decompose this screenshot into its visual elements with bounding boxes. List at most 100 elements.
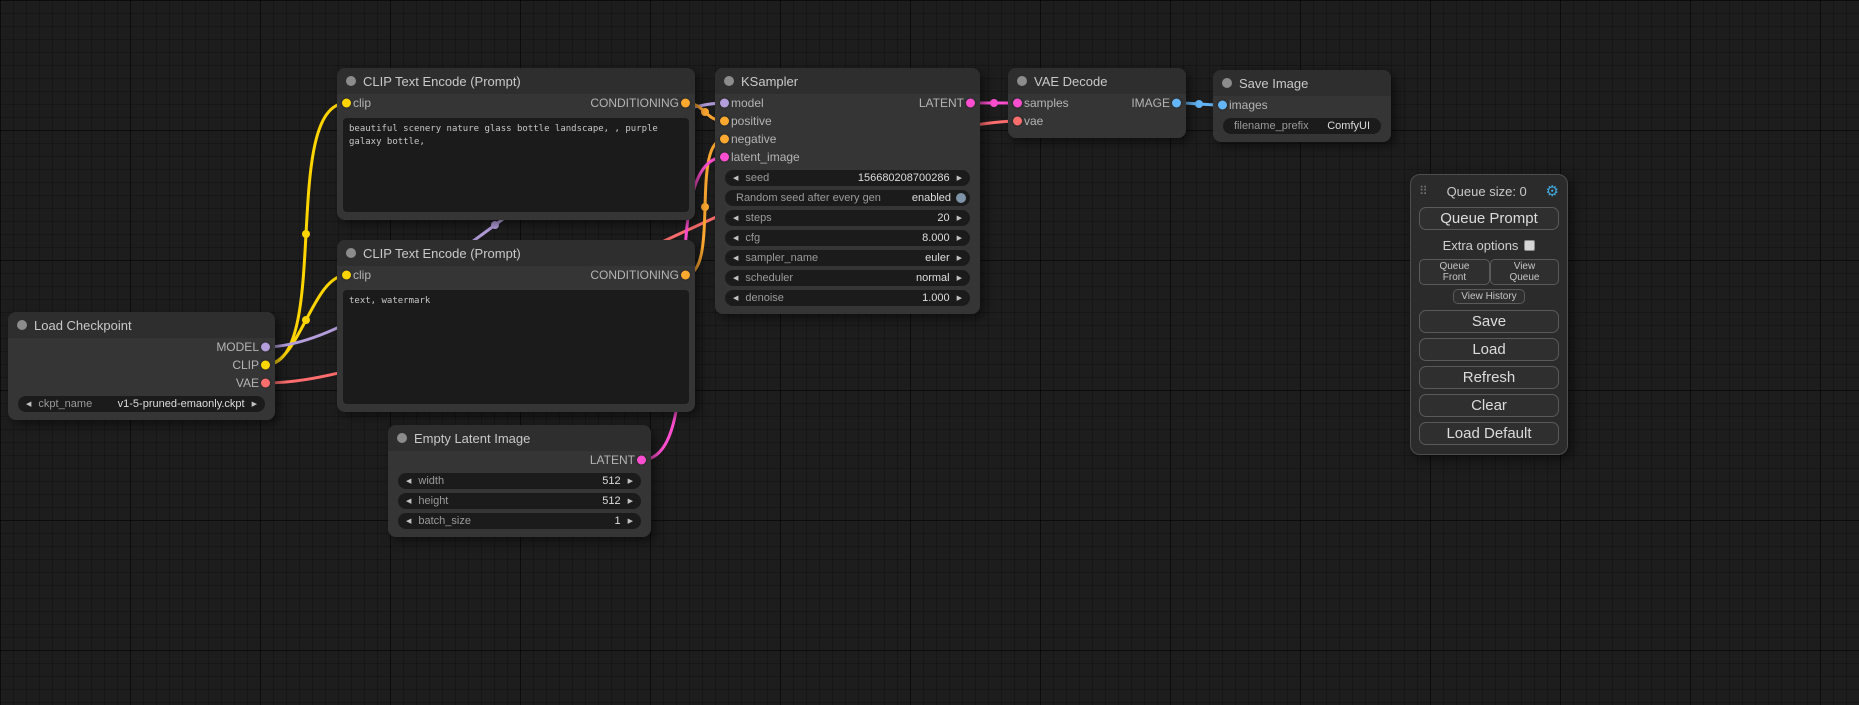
ckpt-name-widget[interactable]: ◀ ckpt_name v1-5-pruned-emaonly.ckpt ▶: [18, 396, 265, 412]
node-title-bar[interactable]: Empty Latent Image: [388, 425, 651, 451]
prompt-textarea[interactable]: text, watermark: [343, 290, 689, 404]
collapse-dot-icon[interactable]: [346, 248, 356, 258]
denoise-widget[interactable]: ◀ denoise 1.000 ▶: [725, 290, 970, 306]
node-title-bar[interactable]: KSampler: [715, 68, 980, 94]
increment-arrow-icon[interactable]: ▶: [955, 275, 964, 282]
node-load-checkpoint[interactable]: Load Checkpoint MODEL CLIP VAE ◀ ckpt_na…: [8, 312, 275, 420]
output-slot-latent[interactable]: [966, 99, 975, 108]
slot-row: images: [1213, 96, 1391, 114]
drag-handle-icon[interactable]: ⠿: [1419, 184, 1428, 198]
output-slot-conditioning[interactable]: [681, 271, 690, 280]
scheduler-widget[interactable]: ◀ scheduler normal ▶: [725, 270, 970, 286]
decrement-arrow-icon[interactable]: ◀: [404, 478, 413, 485]
collapse-dot-icon[interactable]: [1017, 76, 1027, 86]
collapse-dot-icon[interactable]: [724, 76, 734, 86]
queue-front-button[interactable]: Queue Front: [1419, 259, 1490, 285]
collapse-dot-icon[interactable]: [1222, 78, 1232, 88]
input-slot-clip[interactable]: [342, 271, 351, 280]
decrement-arrow-icon[interactable]: ◀: [404, 498, 413, 505]
widget-value: 1.000: [922, 292, 950, 304]
height-widget[interactable]: ◀ height 512 ▶: [398, 493, 641, 509]
view-queue-button[interactable]: View Queue: [1490, 259, 1559, 285]
settings-gear-icon[interactable]: ⚙: [1546, 182, 1559, 200]
increment-arrow-icon[interactable]: ▶: [626, 478, 635, 485]
increment-arrow-icon[interactable]: ▶: [955, 255, 964, 262]
input-slot-latent-image[interactable]: [720, 153, 729, 162]
decrement-arrow-icon[interactable]: ◀: [731, 215, 740, 222]
link-midpoint-dot: [701, 203, 709, 211]
decrement-arrow-icon[interactable]: ◀: [731, 275, 740, 282]
increment-arrow-icon[interactable]: ▶: [250, 401, 259, 408]
seed-widget[interactable]: ◀ seed 156680208700286 ▶: [725, 170, 970, 186]
decrement-arrow-icon[interactable]: ◀: [731, 175, 740, 182]
prompt-textarea[interactable]: beautiful scenery nature glass bottle la…: [343, 118, 689, 212]
steps-widget[interactable]: ◀ steps 20 ▶: [725, 210, 970, 226]
filename-prefix-widget[interactable]: filename_prefix ComfyUI: [1223, 118, 1381, 134]
output-slot-image[interactable]: [1172, 99, 1181, 108]
node-title-bar[interactable]: CLIP Text Encode (Prompt): [337, 240, 695, 266]
node-title-bar[interactable]: Save Image: [1213, 70, 1391, 96]
toggle-knob-icon[interactable]: [956, 193, 966, 203]
node-clip-text-encode-negative[interactable]: CLIP Text Encode (Prompt) clip CONDITION…: [337, 240, 695, 412]
increment-arrow-icon[interactable]: ▶: [626, 498, 635, 505]
decrement-arrow-icon[interactable]: ◀: [731, 295, 740, 302]
collapse-dot-icon[interactable]: [397, 433, 407, 443]
view-history-button[interactable]: View History: [1453, 289, 1524, 304]
increment-arrow-icon[interactable]: ▶: [955, 235, 964, 242]
node-empty-latent-image[interactable]: Empty Latent Image LATENT ◀ width 512 ▶ …: [388, 425, 651, 537]
output-slot-vae[interactable]: [261, 379, 270, 388]
output-slot-conditioning[interactable]: [681, 99, 690, 108]
input-slot-images[interactable]: [1218, 101, 1227, 110]
refresh-button[interactable]: Refresh: [1419, 366, 1559, 389]
cfg-widget[interactable]: ◀ cfg 8.000 ▶: [725, 230, 970, 246]
queue-prompt-button[interactable]: Queue Prompt: [1419, 207, 1559, 230]
input-slot-clip[interactable]: [342, 99, 351, 108]
slot-row: latent_image: [715, 148, 980, 166]
node-title-bar[interactable]: CLIP Text Encode (Prompt): [337, 68, 695, 94]
node-vae-decode[interactable]: VAE Decode samples IMAGE vae: [1008, 68, 1186, 138]
output-slot-latent[interactable]: [637, 456, 646, 465]
decrement-arrow-icon[interactable]: ◀: [731, 255, 740, 262]
widget-label: denoise: [745, 292, 784, 304]
input-slot-model[interactable]: [720, 99, 729, 108]
decrement-arrow-icon[interactable]: ◀: [731, 235, 740, 242]
output-slot-clip[interactable]: [261, 361, 270, 370]
load-button[interactable]: Load: [1419, 338, 1559, 361]
queue-buttons-row: Queue Front View Queue: [1419, 259, 1559, 285]
input-slot-vae[interactable]: [1013, 117, 1022, 126]
input-slot-negative[interactable]: [720, 135, 729, 144]
collapse-dot-icon[interactable]: [346, 76, 356, 86]
node-title-bar[interactable]: VAE Decode: [1008, 68, 1186, 94]
slot-row: clip CONDITIONING: [337, 266, 695, 284]
widget-value: 1: [614, 515, 620, 527]
save-button[interactable]: Save: [1419, 310, 1559, 333]
node-ksampler[interactable]: KSampler model LATENT positive negative …: [715, 68, 980, 314]
output-slot-model[interactable]: [261, 343, 270, 352]
graph-canvas[interactable]: Load Checkpoint MODEL CLIP VAE ◀ ckpt_na…: [0, 0, 1859, 705]
increment-arrow-icon[interactable]: ▶: [955, 175, 964, 182]
random-seed-toggle[interactable]: Random seed after every gen enabled: [725, 190, 970, 206]
input-slot-positive[interactable]: [720, 117, 729, 126]
node-title-bar[interactable]: Load Checkpoint: [8, 312, 275, 338]
widget-label: filename_prefix: [1234, 120, 1309, 132]
width-widget[interactable]: ◀ width 512 ▶: [398, 473, 641, 489]
increment-arrow-icon[interactable]: ▶: [626, 518, 635, 525]
extra-options-checkbox[interactable]: [1524, 240, 1535, 251]
input-slot-samples[interactable]: [1013, 99, 1022, 108]
output-label-latent: LATENT: [919, 96, 964, 110]
decrement-arrow-icon[interactable]: ◀: [24, 401, 33, 408]
load-default-button[interactable]: Load Default: [1419, 422, 1559, 445]
node-save-image[interactable]: Save Image images filename_prefix ComfyU…: [1213, 70, 1391, 142]
widget-value: enabled: [912, 192, 951, 204]
widget-value: 20: [937, 212, 949, 224]
sampler-name-widget[interactable]: ◀ sampler_name euler ▶: [725, 250, 970, 266]
increment-arrow-icon[interactable]: ▶: [955, 295, 964, 302]
widget-label: ckpt_name: [38, 398, 92, 410]
node-clip-text-encode-positive[interactable]: CLIP Text Encode (Prompt) clip CONDITION…: [337, 68, 695, 220]
clear-button[interactable]: Clear: [1419, 394, 1559, 417]
increment-arrow-icon[interactable]: ▶: [955, 215, 964, 222]
link-midpoint-dot: [1195, 100, 1203, 108]
batch-size-widget[interactable]: ◀ batch_size 1 ▶: [398, 513, 641, 529]
collapse-dot-icon[interactable]: [17, 320, 27, 330]
decrement-arrow-icon[interactable]: ◀: [404, 518, 413, 525]
